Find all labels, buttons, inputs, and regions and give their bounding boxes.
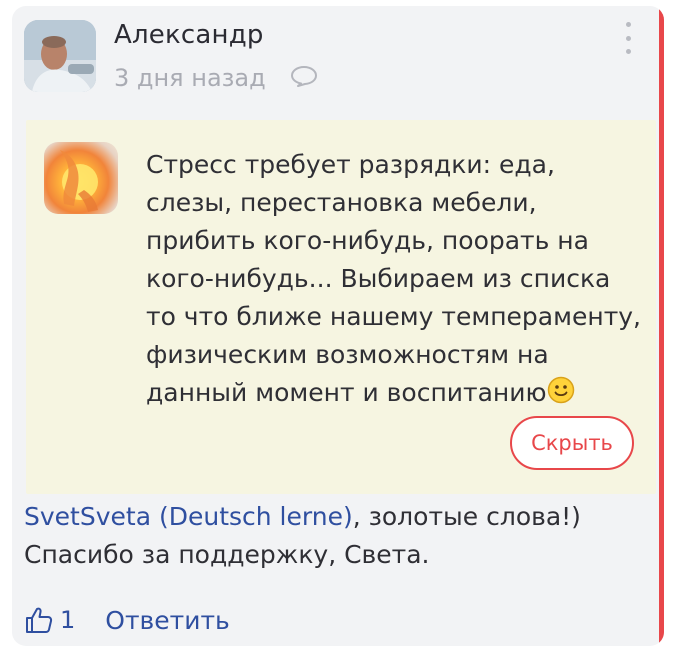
mention-link[interactable]: SvetSveta (Deutsch lerne) — [24, 502, 353, 531]
comment-time: 3 дня назад — [114, 64, 266, 92]
quote-avatar[interactable] — [44, 142, 118, 214]
quote-text: Стресс требует разрядки: еда, слезы, пер… — [146, 146, 646, 415]
comment-card: Александр 3 дня назад Стресс требует раз… — [12, 6, 664, 646]
reply-button[interactable]: Ответить — [105, 606, 229, 635]
speech-bubble-icon[interactable] — [290, 65, 318, 91]
like-count: 1 — [60, 606, 76, 634]
vertical-dots-icon — [625, 22, 631, 27]
quote-text-content: Стресс требует разрядки: еда, слезы, пер… — [146, 150, 642, 407]
quoted-comment: Стресс требует разрядки: еда, слезы, пер… — [26, 120, 656, 494]
menu-dot — [625, 49, 631, 54]
comment-menu-button[interactable] — [618, 18, 638, 58]
smiley-icon — [547, 376, 575, 415]
reply-text: SvetSveta (Deutsch lerne), золотые слова… — [24, 498, 644, 574]
comment-meta: 3 дня назад — [114, 64, 318, 92]
author-avatar[interactable] — [24, 20, 96, 92]
user-photo-icon — [24, 20, 96, 92]
comment-actions: 1 Ответить — [24, 600, 230, 640]
like-button[interactable]: 1 — [24, 605, 75, 635]
thumbs-up-icon — [26, 607, 53, 633]
hide-button[interactable]: Скрыть — [510, 416, 634, 470]
user-photo-sunset-icon — [60, 150, 98, 212]
author-name[interactable]: Александр — [114, 20, 264, 50]
menu-dot — [625, 35, 631, 41]
accent-bar — [659, 6, 664, 646]
